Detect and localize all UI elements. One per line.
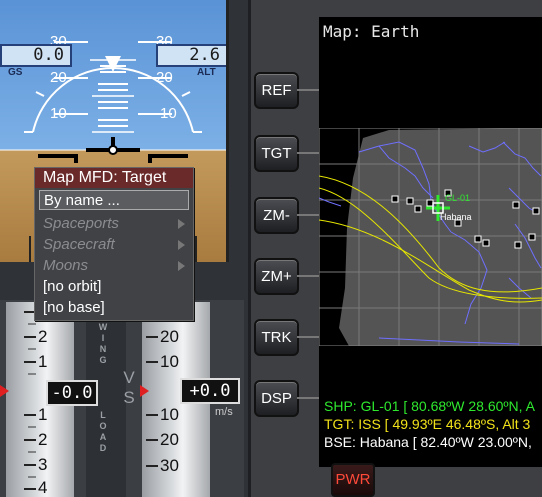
button-connector: [297, 397, 319, 399]
menu-title: Map MFD: Target: [35, 168, 193, 188]
load-label: L O A D: [99, 410, 107, 453]
base-label: Habana: [440, 212, 472, 222]
zoom-out-button[interactable]: ZM-: [254, 197, 299, 234]
submenu-arrow-icon: [178, 240, 185, 250]
menu-item-label: Moons: [43, 257, 89, 274]
menu-item-no-orbit[interactable]: [no orbit]: [39, 277, 189, 297]
menu-item-label: Spaceports: [43, 215, 119, 232]
menu-item-spaceports[interactable]: Spaceports: [39, 214, 189, 234]
alt-readout: 2.6: [156, 44, 226, 67]
vs-readout: +0.0: [180, 378, 240, 404]
zoom-in-button[interactable]: ZM+: [254, 258, 299, 295]
menu-item-no-base[interactable]: [no base]: [39, 298, 189, 318]
gs-label: GS: [8, 67, 23, 78]
target-menu: Map MFD: Target By name ... Spaceports S…: [34, 167, 194, 321]
menu-item-label: [no base]: [43, 299, 105, 316]
button-connector: [297, 152, 319, 154]
status-base: BSE: Habana [ 82.40ºW 23.00ºN,: [324, 434, 532, 450]
menu-item-by-name[interactable]: By name ...: [39, 190, 189, 210]
tgt-button[interactable]: TGT: [254, 135, 299, 172]
trk-button[interactable]: TRK: [254, 319, 299, 356]
ref-button[interactable]: REF: [254, 72, 299, 109]
menu-item-label: Spacecraft: [43, 236, 115, 253]
wing-label: W I N G: [98, 322, 108, 365]
status-ship: SHP: GL-01 [ 80.68ºW 28.60ºN, A: [324, 398, 535, 414]
gs-readout: 0.0: [0, 44, 72, 67]
button-connector: [297, 336, 319, 338]
submenu-arrow-icon: [178, 219, 185, 229]
pitch-label-10-left: 10: [50, 105, 67, 122]
pitch-label-10-right: 10: [160, 105, 177, 122]
vs-unit: m/s: [215, 406, 233, 418]
pitch-label-20-left: 20: [50, 69, 67, 86]
wing-load-readout: -0.0: [46, 380, 98, 406]
alt-label: ALT: [197, 67, 216, 78]
menu-item-moons[interactable]: Moons: [39, 256, 189, 276]
button-connector: [297, 214, 319, 216]
submenu-arrow-icon: [178, 261, 185, 271]
button-connector: [297, 89, 319, 91]
world-map[interactable]: [319, 128, 542, 346]
menu-item-label: By name ...: [44, 192, 120, 209]
pitch-label-20-right: 20: [156, 69, 173, 86]
button-connector: [297, 275, 319, 277]
mfd-title: Map: Earth: [323, 22, 420, 41]
dsp-button[interactable]: DSP: [254, 380, 299, 417]
power-button[interactable]: PWR: [331, 463, 375, 497]
vs-pointer-icon: [140, 385, 149, 397]
menu-item-spacecraft[interactable]: Spacecraft: [39, 235, 189, 255]
vs-label: V S: [123, 368, 135, 407]
menu-item-label: [no orbit]: [43, 278, 102, 295]
wing-pointer-icon: [0, 385, 9, 397]
ship-label: GL-01: [445, 193, 471, 203]
status-target: TGT: ISS [ 49.93ºE 46.48ºS, Alt 3: [324, 416, 531, 432]
